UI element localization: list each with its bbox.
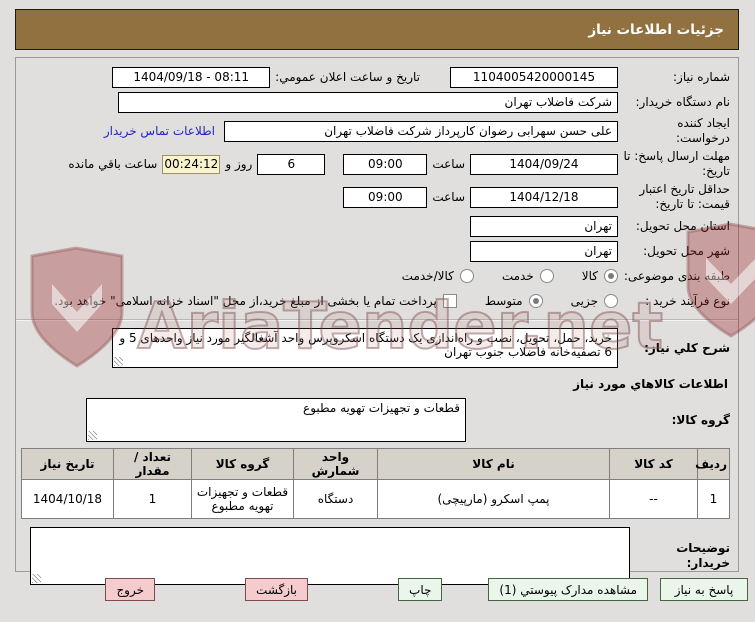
response-deadline-date-field[interactable] — [470, 153, 618, 175]
cell-product-code: -- — [609, 479, 698, 519]
announce-datetime-field[interactable] — [112, 66, 271, 88]
row-buyer-org: نام دستگاه خریدار: — [24, 91, 730, 113]
treasury-docs-label: پرداخت تمام یا بخشی از مبلغ خرید،از محل … — [54, 294, 437, 308]
general-desc-label: شرح کلي نیاز: — [644, 340, 730, 355]
need-details-page: { "title": "جزئیات اطلاعات نیاز", "water… — [0, 0, 755, 622]
cell-row-number: 1 — [697, 479, 730, 519]
row-price-validity: حداقل تاریخ اعتبار قیمت: تا تاریخ: ساعت — [24, 182, 730, 212]
back-button[interactable]: بازگشت — [245, 578, 309, 601]
cell-count-unit: دستگاه — [293, 479, 378, 519]
buyer-notes-textarea[interactable] — [30, 527, 630, 585]
row-buyer-notes: توضیحات خریدار: — [24, 527, 730, 585]
response-deadline-label: مهلت ارسال پاسخ: تا تاریخ: — [623, 149, 730, 178]
product-group-label: گروه کالا: — [671, 412, 730, 427]
col-need-date: تاریخ نیاز — [21, 448, 114, 480]
response-deadline-hour-label: ساعت — [432, 157, 465, 171]
radio-goods[interactable] — [604, 269, 618, 283]
need-number-field[interactable] — [450, 66, 618, 88]
col-product-code: کد کالا — [609, 448, 698, 480]
product-group-box[interactable]: قطعات و تجهیزات تهویه مطبوع — [86, 398, 466, 442]
need-number-label: شماره نیاز: — [673, 69, 730, 84]
price-validity-hour-label: ساعت — [432, 190, 465, 204]
province-label: استان محل تحویل: — [635, 218, 730, 233]
city-label: شهر محل تحویل: — [643, 243, 730, 258]
view-attachments-button[interactable]: مشاهده مدارک پیوستي (1) — [488, 578, 648, 601]
price-validity-label: حداقل تاریخ اعتبار قیمت: تا تاریخ: — [639, 182, 730, 211]
radio-partial[interactable] — [604, 294, 618, 308]
section-divider — [16, 319, 738, 321]
goods-table: ردیف کد کالا نام کالا واحد شمارش گروه کا… — [21, 448, 730, 519]
goods-section-title: اطلاعات کالاهاي مورد نیاز — [573, 377, 728, 391]
radio-partial-label: جزیی — [570, 294, 598, 308]
page-title-text: جزئیات اطلاعات نیاز — [588, 21, 724, 38]
resize-grip-icon[interactable] — [88, 431, 97, 440]
treasury-docs-checkbox[interactable] — [442, 294, 457, 308]
row-classification: طبقه بندی موضوعی: کالا خدمت کالا/خدمت — [24, 265, 730, 287]
row-province: استان محل تحویل: — [24, 215, 730, 237]
row-general-desc: شرح کلي نیاز: خرید، حمل، تحویل، نصب و را… — [24, 328, 730, 368]
response-deadline-time-field[interactable] — [343, 153, 428, 175]
radio-service-label: خدمت — [501, 269, 534, 283]
price-validity-date-field[interactable] — [470, 186, 618, 208]
row-city: شهر محل تحویل: — [24, 240, 730, 262]
cell-quantity: 1 — [113, 479, 192, 519]
page-title: جزئیات اطلاعات نیاز — [15, 9, 739, 50]
buyer-contact-link[interactable]: اطلاعات تماس خریدار — [104, 124, 215, 138]
announce-datetime-label: تاریخ و ساعت اعلان عمومي: — [275, 70, 420, 84]
col-product-name: نام کالا — [377, 448, 610, 480]
request-creator-label: ایجاد کننده درخواست: — [676, 116, 730, 145]
need-info-panel: شماره نیاز: تاریخ و ساعت اعلان عمومي: نا… — [15, 57, 739, 585]
request-creator-field[interactable] — [224, 120, 618, 142]
buyer-org-label: نام دستگاه خریدار: — [635, 94, 731, 109]
radio-medium-label: متوسط — [484, 294, 523, 308]
city-field[interactable] — [470, 240, 618, 262]
row-request-creator: ایجاد کننده درخواست: اطلاعات تماس خریدار — [24, 116, 730, 146]
radio-service[interactable] — [539, 269, 554, 283]
radio-goods-service-label: کالا/خدمت — [401, 269, 454, 283]
goods-table-header-row: ردیف کد کالا نام کالا واحد شمارش گروه کا… — [21, 448, 730, 480]
resize-grip-icon[interactable] — [114, 357, 123, 366]
general-desc-textarea[interactable]: خرید، حمل، تحویل، نصب و راه‌اندازی یک دس… — [112, 328, 618, 368]
exit-button[interactable]: خروج — [105, 578, 156, 601]
row-response-deadline: مهلت ارسال پاسخ: تا تاریخ: ساعت روز و 00… — [24, 149, 730, 179]
radio-medium[interactable] — [528, 294, 543, 308]
buyer-org-field[interactable] — [118, 91, 618, 113]
price-validity-time-field[interactable] — [343, 186, 428, 208]
classification-label: طبقه بندی موضوعی: — [623, 268, 730, 283]
col-product-group: گروه کالا — [191, 448, 294, 480]
col-quantity: تعداد / مقدار — [113, 448, 192, 480]
cell-product-name: پمپ اسکرو (مارپیچی) — [377, 479, 610, 519]
table-row[interactable]: 1 -- پمپ اسکرو (مارپیچی) دستگاه قطعات و … — [21, 479, 730, 519]
buyer-notes-label: توضیحات خریدار: — [676, 541, 730, 570]
province-field[interactable] — [470, 215, 618, 237]
row-product-group: گروه کالا: قطعات و تجهیزات تهویه مطبوع — [24, 398, 730, 442]
process-type-label: نوع فرآیند خرید : — [645, 293, 730, 308]
radio-goods-label: کالا — [581, 269, 598, 283]
countdown-timer: 00:24:12 — [162, 154, 221, 174]
cell-product-group: قطعات و تجهیزات تهویه مطبوع — [191, 479, 294, 519]
print-button[interactable]: چاپ — [398, 578, 443, 601]
cell-need-date: 1404/10/18 — [21, 479, 114, 519]
col-count-unit: واحد شمارش — [293, 448, 378, 480]
row-need-number: شماره نیاز: تاریخ و ساعت اعلان عمومي: — [24, 66, 730, 88]
respond-to-need-button[interactable]: پاسخ به نیاز — [660, 578, 748, 601]
footer-actions: پاسخ به نیاز مشاهده مدارک پیوستي (1) چاپ… — [7, 578, 748, 601]
countdown-label: ساعت باقي مانده — [68, 157, 158, 171]
radio-goods-service[interactable] — [459, 269, 474, 283]
days-remaining-label: روز و — [225, 157, 253, 171]
days-remaining-field[interactable] — [257, 153, 326, 175]
col-row-number: ردیف — [695, 448, 730, 480]
row-process-type: نوع فرآیند خرید : جزیی متوسط پرداخت تمام… — [24, 290, 730, 312]
